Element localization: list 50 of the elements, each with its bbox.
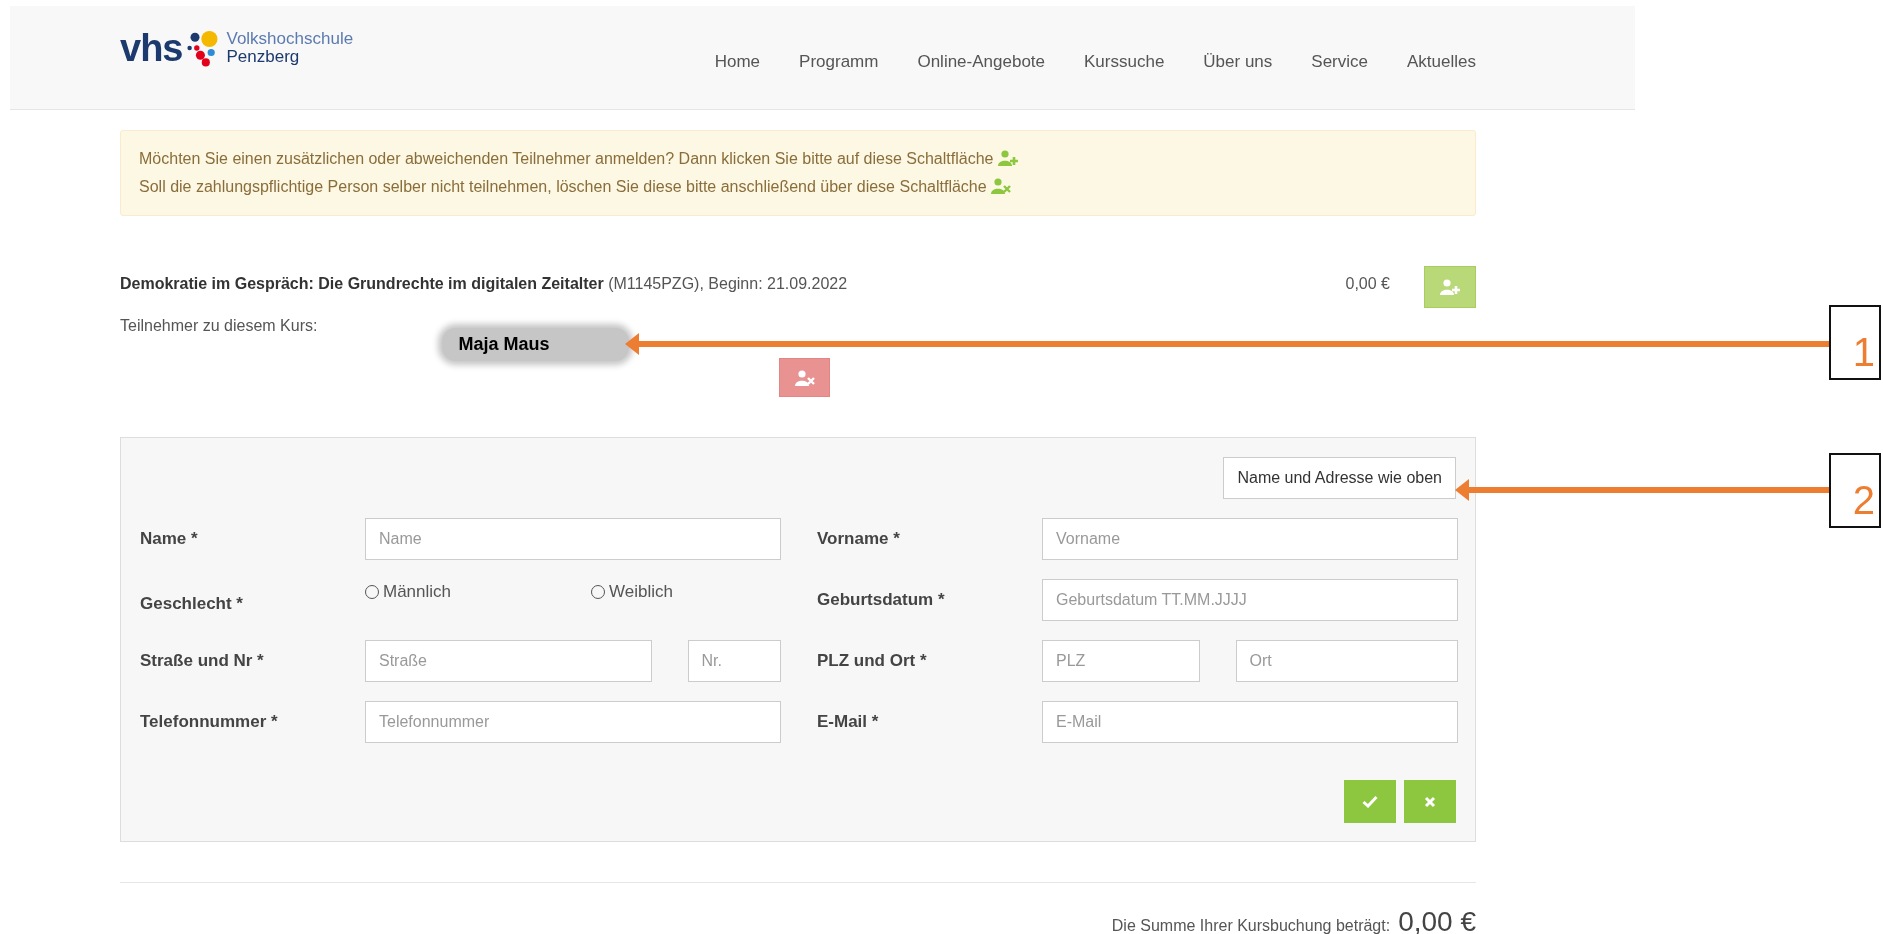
input-field[interactable]: Telefonnummer (365, 701, 781, 743)
nav-link[interactable]: Home (714, 48, 761, 75)
total-amount: 0,00 € (1398, 905, 1476, 934)
radio-option[interactable]: Männlich (365, 579, 591, 605)
field-label: Straße und Nr * (140, 650, 265, 673)
logo-subtitle: Volkshochschule (226, 29, 354, 48)
input-field[interactable]: Ort (1235, 640, 1458, 682)
cancel-button[interactable] (1404, 780, 1456, 823)
total-label: Die Summe Ihrer Kursbuchung beträgt: (1111, 916, 1391, 934)
confirm-button[interactable] (1344, 780, 1396, 823)
remove-user-icon (991, 178, 1012, 194)
nav-link[interactable]: Kurssuche (1084, 48, 1165, 75)
copy-address-button[interactable]: Name und Adresse wie oben (1223, 457, 1456, 499)
annotation-number: 2 (1829, 453, 1881, 528)
field-label: Telefonnummer * (140, 711, 279, 734)
check-icon (1362, 795, 1378, 808)
notice-text: Soll die zahlungspflichtige Person selber nicht teilnehmen, löschen Sie diese bitte anschließend über diese Schaltfläche (139, 173, 1457, 201)
radio-option[interactable]: Weiblich (591, 579, 817, 605)
field-label: Vorname * (817, 528, 901, 551)
notice-text: Möchten Sie einen zusätzlichen oder abweichenden Teilnehmer anmelden? Dann klicken Sie bitte auf diese Schaltfläche (139, 145, 1457, 173)
field-label: PLZ und Ort * (817, 650, 928, 673)
course-price: 0,00 € (1345, 274, 1390, 294)
annotation-number: 1 (1829, 305, 1881, 380)
input-field[interactable]: Straße (365, 640, 652, 682)
input-field[interactable]: Geburtsdatum TT.MM.JJJJ (1042, 579, 1458, 621)
input-field[interactable]: E-Mail (1042, 701, 1458, 743)
remove-user-icon (794, 368, 815, 387)
add-user-icon (997, 150, 1018, 166)
input-field[interactable]: Vorname (1042, 518, 1458, 560)
add-user-icon (1440, 278, 1460, 296)
remove-participant-button[interactable] (779, 358, 831, 397)
participants-label: Teilnehmer zu diesem Kurs: (120, 316, 318, 336)
nav-link[interactable]: Online-Angebote (917, 48, 1045, 75)
nav-link[interactable]: Programm (799, 48, 879, 75)
input-field[interactable]: Name (365, 518, 781, 560)
close-icon (1424, 795, 1436, 808)
logo-subtitle: Penzberg (226, 47, 301, 66)
nav-link[interactable]: Aktuelles (1407, 48, 1476, 75)
input-field[interactable]: PLZ (1042, 640, 1200, 682)
field-label: Geschlecht * (140, 593, 244, 615)
field-label: Name * (140, 528, 199, 551)
course-title: Demokratie im Gespräch: Die Grundrechte im digitalen Zeitalter (M1145PZG), Beginn: 21.09.2022 (120, 274, 848, 294)
logo-text: vhs (120, 28, 183, 67)
nav-link[interactable]: Über uns (1203, 48, 1273, 75)
field-label: E-Mail * (817, 711, 880, 734)
field-label: Geburtsdatum * (817, 589, 946, 612)
input-field[interactable]: Nr. (687, 640, 781, 682)
nav-link[interactable]: Service (1311, 48, 1368, 75)
participant-name: Maja Maus (442, 328, 630, 361)
add-participant-button[interactable] (1424, 266, 1476, 308)
